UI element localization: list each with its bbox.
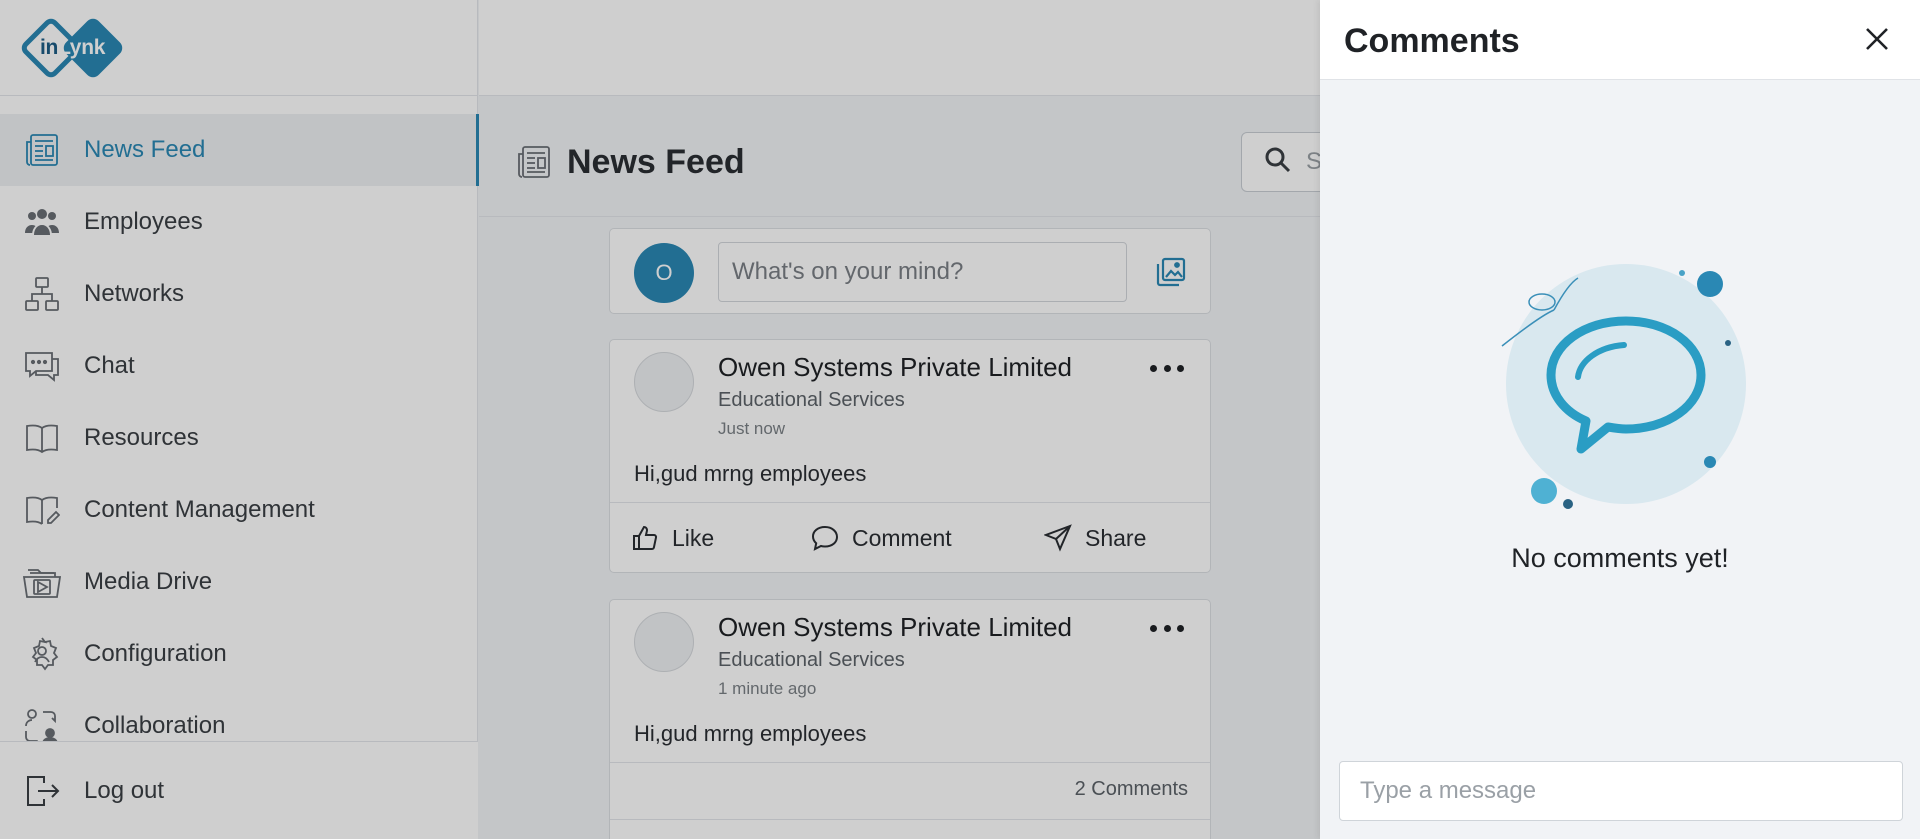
message-input[interactable]: Type a message xyxy=(1339,761,1903,821)
comments-drawer: Comments No comments yet! Type a message xyxy=(1320,0,1920,839)
drawer-title: Comments xyxy=(1344,22,1520,60)
modal-backdrop[interactable] xyxy=(0,0,1320,839)
empty-comments-text: No comments yet! xyxy=(1511,543,1729,573)
close-icon[interactable] xyxy=(1862,24,1892,54)
drawer-header: Comments xyxy=(1320,0,1920,80)
empty-comments-illustration xyxy=(1480,256,1760,516)
